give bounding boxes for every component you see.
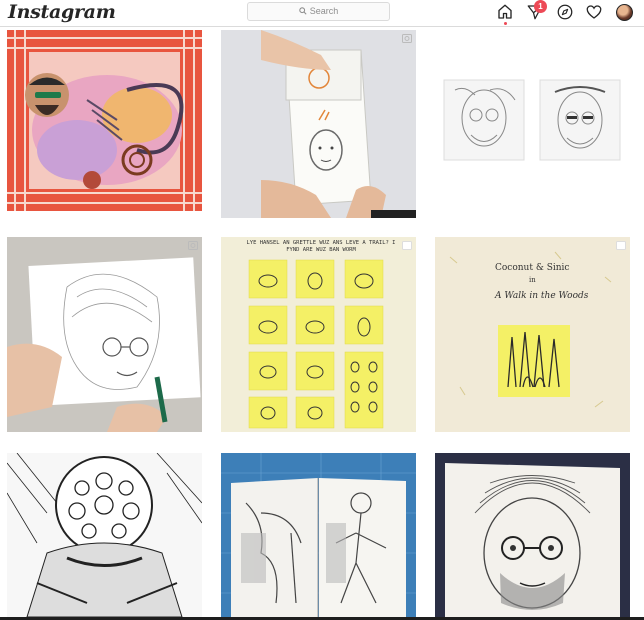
top-navigation-bar: Instagram Search 1 <box>0 0 644 27</box>
post-in-6: in <box>529 276 536 284</box>
post-thumbnail-1[interactable] <box>7 30 202 211</box>
home-icon <box>498 4 512 19</box>
post-subtitle-6: A Walk in the Woods <box>495 291 589 301</box>
profile-avatar[interactable] <box>616 4 633 21</box>
sticky-notes-grid <box>248 259 384 429</box>
video-icon <box>188 241 198 250</box>
activity-button[interactable] <box>585 3 603 21</box>
home-active-indicator <box>504 22 507 25</box>
post-thumbnail-8[interactable] <box>221 453 416 617</box>
notification-badge: 1 <box>534 0 547 13</box>
post-thumbnail-9[interactable] <box>435 453 630 617</box>
post-thumbnail-5[interactable]: LYE HANSEL AN GRETTLE WUZ ANS LEVE A TRA… <box>221 237 416 432</box>
post-image-8 <box>221 453 416 617</box>
search-placeholder: Search <box>309 6 339 16</box>
carousel-icon <box>402 241 412 250</box>
search-icon <box>299 7 307 15</box>
compass-icon <box>557 4 573 20</box>
post-thumbnail-3[interactable] <box>435 30 630 218</box>
post-image-2 <box>221 30 416 218</box>
home-button[interactable] <box>496 3 514 21</box>
post-image-4 <box>7 237 202 432</box>
post-image-7 <box>7 453 202 617</box>
post-thumbnail-4[interactable] <box>7 237 202 432</box>
post-image-3 <box>435 30 630 218</box>
carousel-icon <box>616 241 626 250</box>
post-thumbnail-6[interactable]: Coconut & Sinic in A Walk in the Woods <box>435 237 630 432</box>
instagram-logo[interactable]: Instagram <box>8 1 116 23</box>
search-input[interactable]: Search <box>247 2 390 21</box>
post-image-9 <box>435 453 630 617</box>
video-icon <box>402 34 412 43</box>
post-image-1 <box>7 30 202 211</box>
explore-button[interactable] <box>556 3 574 21</box>
post-title-6: Coconut & Sinic <box>495 263 570 273</box>
post-thumbnail-7[interactable] <box>7 453 202 617</box>
heart-icon <box>586 5 602 19</box>
post-thumbnail-2[interactable] <box>221 30 416 218</box>
